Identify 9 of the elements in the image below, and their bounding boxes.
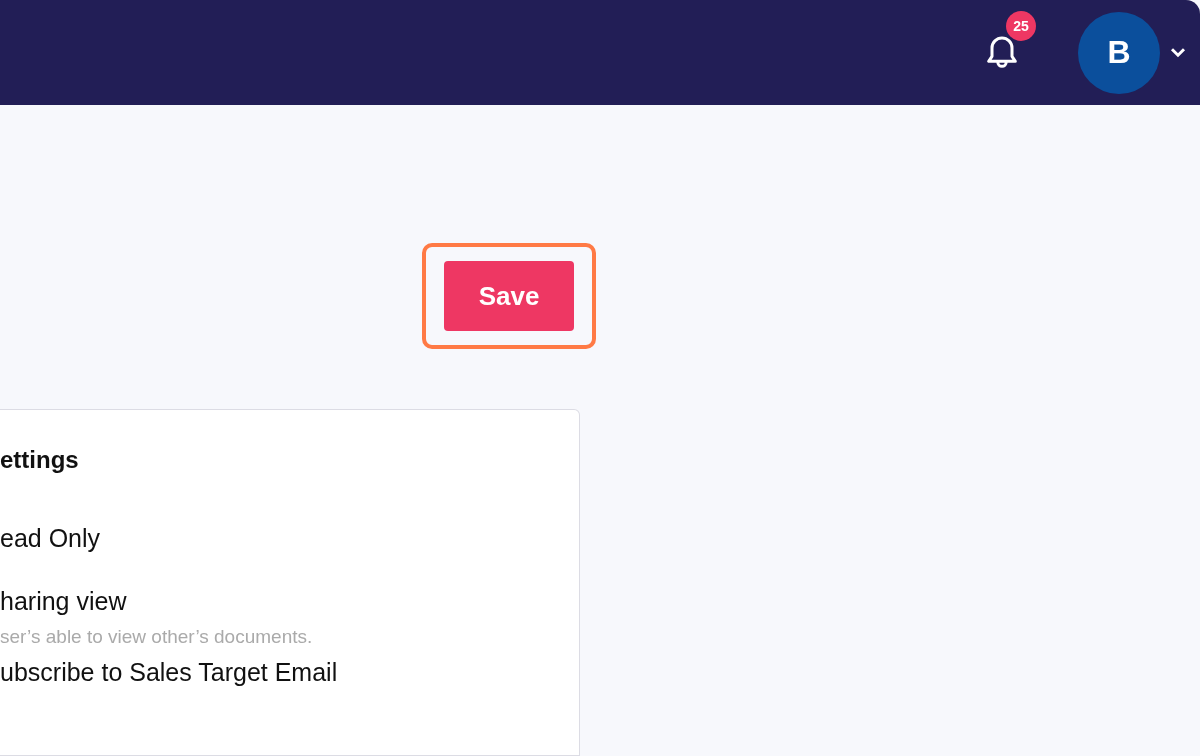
save-button[interactable]: Save [444,261,574,331]
caret-icon[interactable] [1170,47,1186,58]
setting-description: ser’s able to view other’s documents. [0,626,314,648]
card-title: ettings [0,446,80,474]
setting-label: ead Only [0,524,102,553]
notification-count: 25 [1006,10,1036,41]
setting-label: haring view [0,587,128,616]
setting-label: ubscribe to Sales Target Email [0,658,339,687]
user-avatar[interactable]: B [1078,11,1160,94]
